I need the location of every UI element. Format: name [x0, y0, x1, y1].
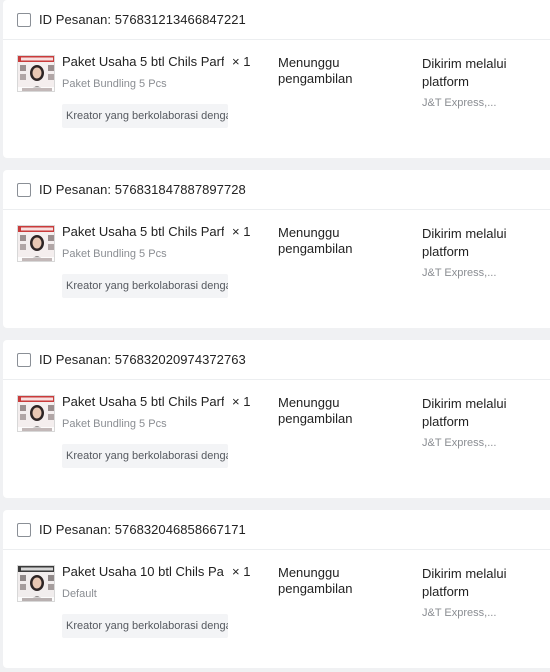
creator-tag: Kreator yang berkolaborasi dengan Anda: [62, 104, 228, 128]
product-quantity: × 1: [232, 54, 251, 69]
order-header: ID Pesanan: 576832046858667171: [3, 510, 550, 550]
product-quantity: × 1: [232, 564, 251, 579]
courier-name: J&T Express,...: [422, 267, 497, 279]
shipping-method: Dikirim melalui platform: [422, 396, 507, 429]
product-thumbnail[interactable]: [17, 565, 55, 602]
product-variant: Paket Bundling 5 Pcs: [62, 78, 167, 90]
product-quantity: × 1: [232, 394, 251, 409]
shipping-method: Dikirim melalui platform: [422, 56, 507, 89]
order-body: Paket Usaha 5 btl Chils Parfum × 1 Paket…: [3, 380, 550, 497]
product-thumbnail[interactable]: [17, 225, 55, 262]
product-thumbnail[interactable]: [17, 395, 55, 432]
order-card: ID Pesanan: 576832020974372763 Paket Usa…: [3, 340, 550, 498]
courier-name: J&T Express,...: [422, 607, 497, 619]
product-variant: Paket Bundling 5 Pcs: [62, 418, 167, 430]
order-card: ID Pesanan: 576832046858667171 Paket Usa…: [3, 510, 550, 668]
order-checkbox[interactable]: [17, 352, 31, 367]
order-list: ID Pesanan: 576831213466847221 Paket Usa…: [0, 0, 550, 672]
order-checkbox[interactable]: [17, 182, 31, 197]
order-status: Menunggu pengambilan: [278, 225, 353, 256]
product-variant: Default: [62, 588, 97, 600]
order-card: ID Pesanan: 576831847887897728 Paket Usa…: [3, 170, 550, 328]
product-name[interactable]: Paket Usaha 10 btl Chils Parfum: [62, 564, 224, 579]
order-body: Paket Usaha 10 btl Chils Parfum × 1 Defa…: [3, 550, 550, 667]
order-card: ID Pesanan: 576831213466847221 Paket Usa…: [3, 0, 550, 158]
order-header: ID Pesanan: 576832020974372763: [3, 340, 550, 380]
order-status: Menunggu pengambilan: [278, 565, 353, 596]
order-id: ID Pesanan: 576832046858667171: [39, 522, 246, 537]
order-header: ID Pesanan: 576831213466847221: [3, 0, 550, 40]
order-body: Paket Usaha 5 btl Chils Parfum × 1 Paket…: [3, 40, 550, 157]
product-name[interactable]: Paket Usaha 5 btl Chils Parfum: [62, 224, 224, 239]
creator-tag: Kreator yang berkolaborasi dengan Anda: [62, 614, 228, 638]
order-id: ID Pesanan: 576831847887897728: [39, 182, 246, 197]
shipping-method: Dikirim melalui platform: [422, 226, 507, 259]
order-checkbox[interactable]: [17, 522, 31, 537]
creator-tag: Kreator yang berkolaborasi dengan Anda: [62, 444, 228, 468]
order-status: Menunggu pengambilan: [278, 55, 353, 86]
courier-name: J&T Express,...: [422, 437, 497, 449]
product-thumbnail[interactable]: [17, 55, 55, 92]
creator-tag: Kreator yang berkolaborasi dengan Anda: [62, 274, 228, 298]
product-variant: Paket Bundling 5 Pcs: [62, 248, 167, 260]
product-quantity: × 1: [232, 224, 251, 239]
order-id: ID Pesanan: 576832020974372763: [39, 352, 246, 367]
order-body: Paket Usaha 5 btl Chils Parfum × 1 Paket…: [3, 210, 550, 327]
courier-name: J&T Express,...: [422, 97, 497, 109]
product-name[interactable]: Paket Usaha 5 btl Chils Parfum: [62, 54, 224, 69]
product-name[interactable]: Paket Usaha 5 btl Chils Parfum: [62, 394, 224, 409]
order-checkbox[interactable]: [17, 12, 31, 27]
shipping-method: Dikirim melalui platform: [422, 566, 507, 599]
order-id: ID Pesanan: 576831213466847221: [39, 12, 246, 27]
order-status: Menunggu pengambilan: [278, 395, 353, 426]
order-header: ID Pesanan: 576831847887897728: [3, 170, 550, 210]
